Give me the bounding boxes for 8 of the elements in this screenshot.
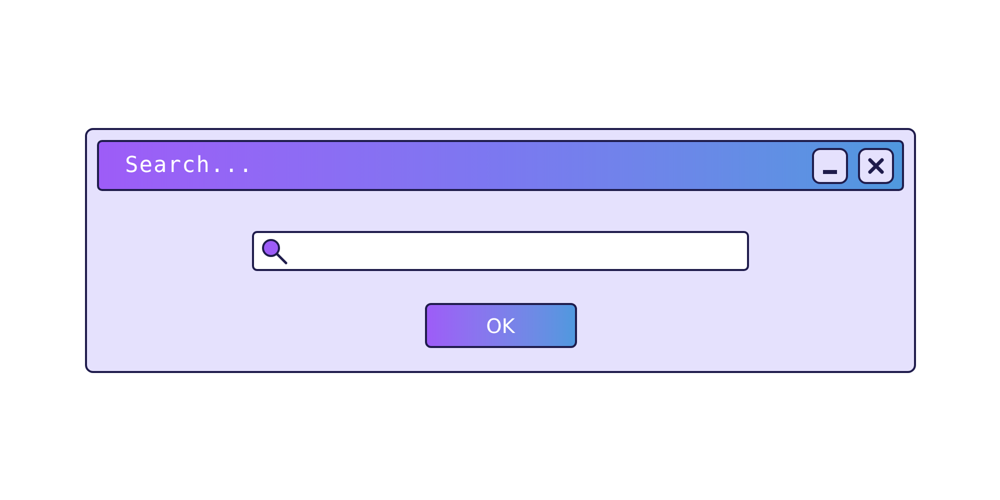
minimize-button[interactable] bbox=[812, 148, 848, 184]
search-icon bbox=[260, 237, 288, 265]
close-button[interactable] bbox=[858, 148, 894, 184]
window-title: Search... bbox=[125, 152, 254, 180]
close-icon bbox=[868, 158, 884, 174]
ok-button[interactable]: OK bbox=[424, 303, 576, 348]
search-field[interactable] bbox=[252, 231, 749, 271]
minimize-icon bbox=[823, 170, 837, 174]
